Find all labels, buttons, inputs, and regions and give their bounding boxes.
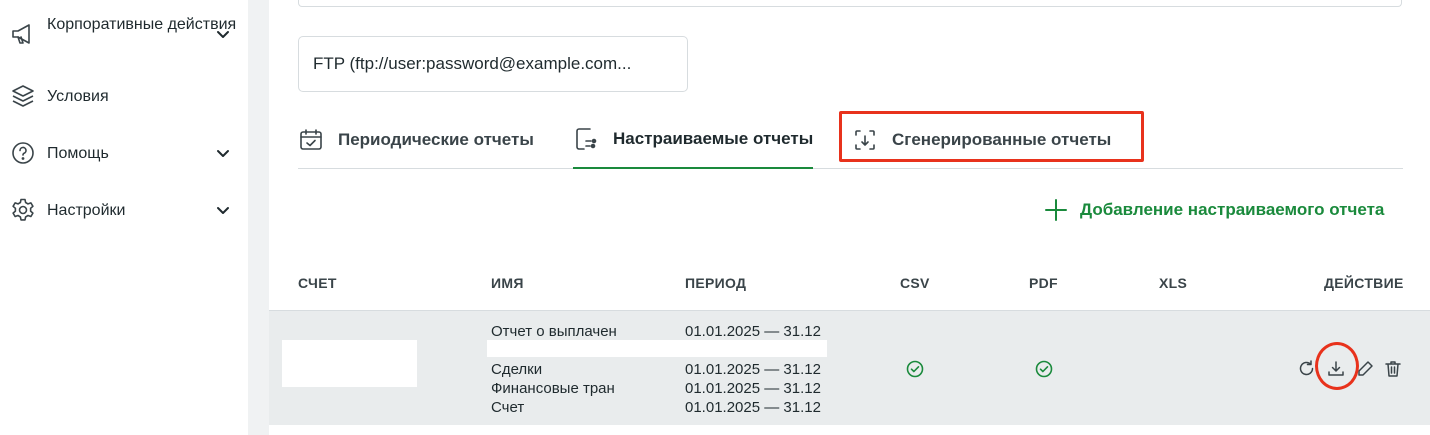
column-header-pdf: PDF [1029, 275, 1058, 291]
redacted-line [487, 340, 827, 357]
report-period: 01.01.2025 — 31.12 [685, 380, 821, 397]
sidebar-item-label: Корпоративные действия [47, 16, 237, 33]
add-custom-report-label: Добавление настраиваемого отчета [1080, 200, 1385, 219]
column-header-xls: XLS [1159, 275, 1188, 291]
ftp-delivery-value: FTP (ftp://user:password@example.com... [313, 54, 632, 73]
tab-label: Периодические отчеты [338, 129, 534, 149]
megaphone-icon [10, 21, 36, 47]
report-period: 01.01.2025 — 31.12 [685, 361, 821, 378]
help-circle-icon [10, 140, 36, 166]
report-period: 01.01.2025 — 31.12 [685, 399, 821, 416]
sidebar-item-settings[interactable]: Настройки [0, 196, 248, 224]
custom-report-icon [573, 126, 599, 152]
sidebar-item-label: Помощь [47, 145, 109, 162]
add-custom-report-button[interactable]: Добавление настраиваемого отчета [1044, 198, 1384, 222]
main-content: FTP (ftp://user:password@example.com... … [269, 0, 1430, 435]
tab-label: Сгенерированные отчеты [892, 129, 1112, 149]
tab-periodic-reports[interactable]: Периодические отчеты [298, 110, 534, 169]
column-header-account: СЧЕТ [298, 275, 337, 291]
top-input-field[interactable] [298, 0, 1402, 7]
refresh-icon[interactable] [1297, 359, 1317, 379]
report-name: Счет [491, 399, 525, 416]
layers-icon [10, 83, 36, 109]
plus-icon [1044, 198, 1068, 222]
report-name: Сделки [491, 361, 543, 378]
pdf-check-icon [1034, 359, 1054, 379]
chevron-down-icon[interactable] [214, 25, 232, 43]
chevron-down-icon[interactable] [214, 144, 232, 162]
report-name: Финансовые тран [491, 380, 615, 397]
trash-icon[interactable] [1383, 359, 1403, 379]
sidebar-item-conditions[interactable]: Условия [0, 82, 248, 110]
generated-report-icon [852, 127, 878, 153]
ftp-delivery-field[interactable]: FTP (ftp://user:password@example.com... [298, 36, 688, 92]
csv-check-icon [905, 359, 925, 379]
column-header-period: ПЕРИОД [685, 275, 747, 291]
column-header-name: ИМЯ [491, 275, 524, 291]
sidebar-item-help[interactable]: Помощь [0, 139, 248, 167]
column-header-action: ДЕЙСТВИЕ [1324, 275, 1404, 291]
sidebar: Корпоративные действия Условия Помощь На… [0, 0, 248, 435]
report-names-cell: Отчет о выплачен Сделки Финансовые тран … [491, 322, 627, 417]
sidebar-item-corporate-actions[interactable]: Корпоративные действия [0, 14, 248, 54]
tab-generated-reports[interactable]: Сгенерированные отчеты [852, 110, 1111, 169]
account-cell-redacted [282, 340, 417, 387]
tab-label: Настраиваемые отчеты [613, 128, 814, 148]
tab-custom-reports[interactable]: Настраиваемые отчеты [573, 110, 814, 169]
sidebar-item-label: Условия [47, 88, 109, 105]
sidebar-item-label: Настройки [47, 202, 126, 219]
report-periods-cell: 01.01.2025 — 31.12 01.01.2025 — 31.12 01… [685, 322, 821, 417]
edit-icon[interactable] [1355, 359, 1375, 379]
gear-icon [10, 197, 36, 223]
column-header-csv: CSV [900, 275, 930, 291]
report-tabs: Периодические отчеты Настраиваемые отчет… [298, 110, 1403, 169]
chevron-down-icon[interactable] [214, 201, 232, 219]
download-icon[interactable] [1326, 359, 1346, 379]
report-period: 01.01.2025 — 31.12 [685, 323, 821, 340]
report-name: Отчет о выплачен [491, 323, 617, 340]
table-row[interactable]: Отчет о выплачен Сделки Финансовые тран … [269, 310, 1430, 425]
calendar-check-icon [298, 127, 324, 153]
